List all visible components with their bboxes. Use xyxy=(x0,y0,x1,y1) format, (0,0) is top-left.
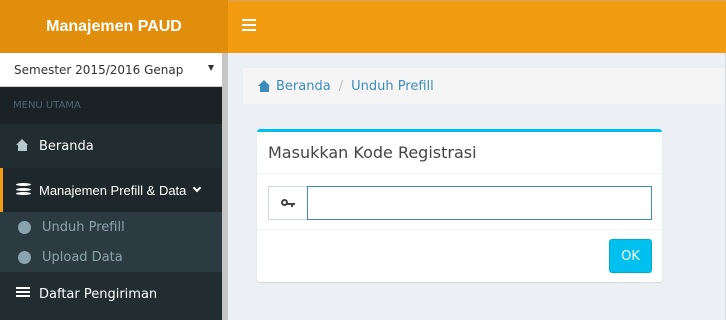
sidebar-scrollbar[interactable] xyxy=(222,53,228,320)
sidebar-item-label: Beranda xyxy=(39,138,94,154)
sidebar-toggle-icon[interactable] xyxy=(242,19,256,31)
top-navbar xyxy=(228,0,726,53)
box-body xyxy=(257,174,662,230)
home-icon[interactable] xyxy=(258,80,271,92)
submenu-item-label: Unduh Prefill xyxy=(42,219,125,235)
breadcrumb-current[interactable]: Unduh Prefill xyxy=(351,79,434,94)
sidebar-item-beranda[interactable]: Beranda xyxy=(0,124,222,168)
sidebar-item-label: Daftar Pengiriman xyxy=(39,286,158,302)
database-icon xyxy=(16,183,31,197)
registration-input-group xyxy=(268,186,652,220)
box-title: Masukkan Kode Registrasi xyxy=(257,132,662,174)
registration-box: Masukkan Kode Registrasi OK xyxy=(257,129,662,282)
semester-select[interactable]: Semester 2015/2016 Genap xyxy=(0,53,222,87)
input-addon xyxy=(268,186,307,220)
submenu-item-label: Upload Data xyxy=(42,249,123,265)
circle-arrow-down-icon xyxy=(18,220,31,234)
breadcrumb-separator: / xyxy=(338,78,344,94)
submenu-item-unduh-prefill[interactable]: Unduh Prefill xyxy=(0,212,222,242)
sidebar-item-label: Manajemen Prefill & Data xyxy=(39,182,187,198)
sidebar-item-manajemen-prefill[interactable]: Manajemen Prefill & Data xyxy=(0,168,222,212)
chevron-down-icon xyxy=(193,183,202,193)
registration-code-input[interactable] xyxy=(307,186,652,220)
semester-select-value: Semester 2015/2016 Genap xyxy=(14,62,184,77)
circle-arrow-up-icon xyxy=(18,250,31,264)
sidebar-submenu: Unduh Prefill Upload Data xyxy=(0,212,222,272)
app-logo-title[interactable]: Manajemen PAUD xyxy=(0,0,228,53)
breadcrumb-home-link[interactable]: Beranda xyxy=(276,79,331,94)
breadcrumb: Beranda / Unduh Prefill xyxy=(243,68,726,104)
home-icon xyxy=(16,139,31,153)
sidebar: Semester 2015/2016 Genap MENU UTAMA Bera… xyxy=(0,53,228,320)
list-icon xyxy=(16,287,31,301)
submenu-item-upload-data[interactable]: Upload Data xyxy=(0,242,222,272)
sidebar-item-daftar-pengiriman[interactable]: Daftar Pengiriman xyxy=(0,272,222,316)
caret-down-icon xyxy=(208,65,214,71)
ok-button[interactable]: OK xyxy=(609,239,652,273)
key-icon xyxy=(281,198,295,208)
menu-header: MENU UTAMA xyxy=(0,87,222,124)
box-footer: OK xyxy=(257,230,662,282)
